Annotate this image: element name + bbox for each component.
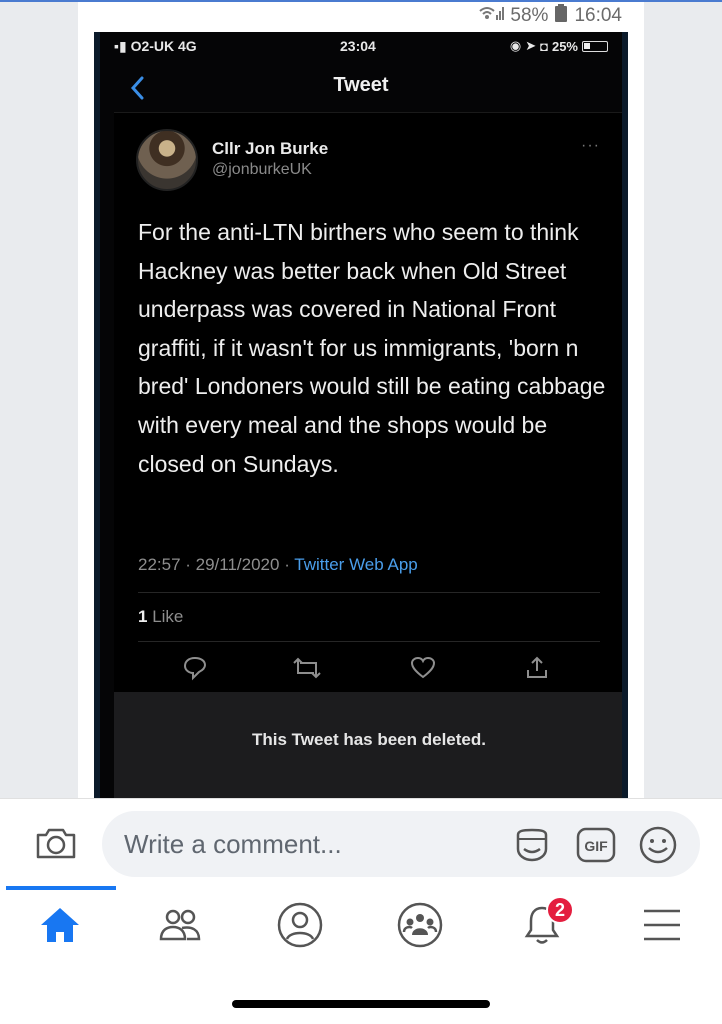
tweet-timestamp: 22:57 · 29/11/2020 · [138,555,295,574]
author-name[interactable]: Cllr Jon Burke [212,139,328,159]
tweet-screenshot: ▪▮ O2-UK 4G 23:04 ◉ ➤ ◘ 25% Tweet Cllr J… [94,32,628,798]
gif-icon[interactable]: GIF [576,825,616,865]
phone-time: 23:04 [340,38,376,54]
active-tab-indicator [6,886,116,890]
page-title: Tweet [333,74,389,96]
home-icon[interactable] [30,900,90,950]
home-indicator [232,1000,490,1008]
alarm-icon: ◘ [540,38,548,54]
lock-rotation-icon: ◉ [509,38,522,53]
phone-status-right: ◉ ➤ ◘ 25% [510,38,608,54]
signal-bars-icon: ▪▮ [114,38,127,54]
menu-icon[interactable] [632,900,692,950]
retweet-icon[interactable] [292,655,321,681]
divider [138,592,600,593]
phone-battery-text: 25% [551,38,578,54]
phone-status-bar: ▪▮ O2-UK 4G 23:04 ◉ ➤ ◘ 25% [100,38,622,58]
camera-icon[interactable] [34,825,78,861]
divider [138,641,600,642]
emoji-icon[interactable] [638,825,678,865]
device-battery-text: 58% [510,5,549,26]
reply-icon[interactable] [182,655,208,681]
notifications-icon[interactable]: 2 [512,896,574,950]
like-count[interactable]: 1 Like [138,607,183,627]
friends-icon[interactable] [150,900,210,950]
like-icon[interactable] [410,655,436,681]
share-icon[interactable] [524,655,550,681]
tweet-actions [138,647,600,693]
author-handle[interactable]: @jonburkeUK [212,161,312,179]
location-arrow-icon: ➤ [525,38,537,53]
profile-icon[interactable] [270,900,330,950]
phone-battery-icon [582,40,608,52]
carrier-text: ▪▮ O2-UK 4G [114,38,197,54]
tweet-meta: 22:57 · 29/11/2020 · Twitter Web App [138,555,418,575]
comment-input[interactable]: Write a comment... GIF [102,811,700,877]
bottom-nav: 2 [0,886,722,1024]
device-battery-icon [554,4,568,28]
sticker-icon[interactable] [512,825,552,865]
like-count-label: Like [147,607,184,626]
notification-badge: 2 [546,896,574,924]
avatar[interactable] [136,129,198,191]
tweet-text: For the anti-LTN birthers who seem to th… [138,219,606,477]
groups-icon[interactable] [390,900,450,950]
more-options-icon[interactable]: ··· [581,137,600,155]
svg-text:GIF: GIF [584,838,608,854]
tweet-header: Tweet [100,68,622,112]
deleted-tweet-notice: This Tweet has been deleted. [114,692,622,798]
tweet-source-link[interactable]: Twitter Web App [294,555,417,574]
comment-bar: Write a comment... GIF [0,798,722,886]
device-time: 16:04 [574,5,622,26]
device-status-bar: 58% 16:04 [78,4,622,28]
screen: 58% 16:04 ▪▮ O2-UK 4G 23:04 ◉ ➤ ◘ 25% Tw… [0,0,722,1024]
tweet-card: Cllr Jon Burke @jonburkeUK ··· For the a… [114,112,622,693]
comment-placeholder: Write a comment... [124,829,342,859]
wifi-signal-icon [478,5,505,27]
